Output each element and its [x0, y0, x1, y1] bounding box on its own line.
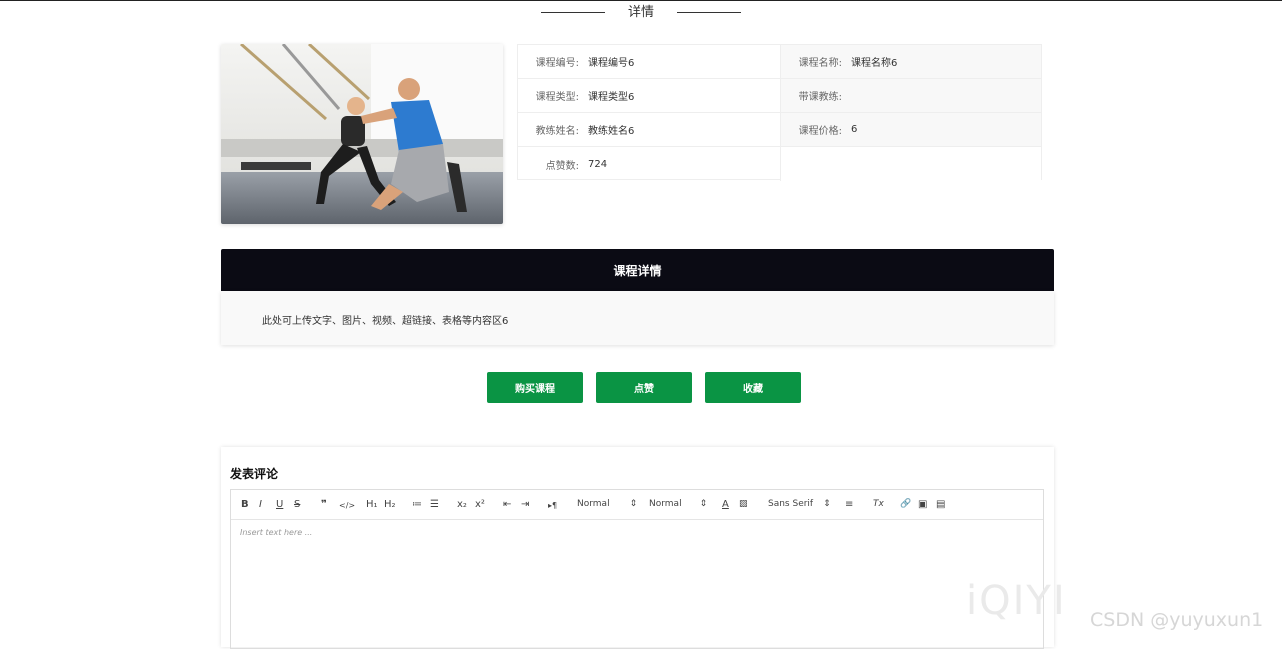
font-select[interactable]: Sans Serif ⇕: [768, 498, 831, 511]
page-title-bar: 详情: [0, 2, 1282, 21]
chevron-updown-icon: ⇕: [699, 499, 708, 509]
coach-name-label: 教练姓名:: [535, 126, 579, 137]
header-select-value: Normal: [649, 499, 682, 509]
likes-label: 点赞数:: [545, 160, 579, 172]
course-id-label: 课程编号:: [535, 58, 579, 69]
buy-course-button[interactable]: 购买课程: [487, 372, 583, 403]
comment-title: 发表评论: [230, 467, 279, 481]
page-title: 详情: [627, 4, 654, 20]
info-cell-course-name: 课程名称: 课程名称6: [780, 45, 1041, 78]
bullet-list-icon[interactable]: ☰: [430, 498, 439, 511]
title-rule-left: [540, 12, 605, 13]
chevron-updown-icon: ⇕: [629, 499, 638, 509]
info-cell-likes: 点赞数: 724: [518, 147, 780, 181]
background-color-icon[interactable]: ▨: [739, 498, 748, 511]
likes-value: 724: [588, 158, 608, 170]
font-select-value: Sans Serif: [768, 499, 814, 509]
comment-section: 发表评论 B I U S ❞ </> H₁ H₂ ≔ ☰ x₂ x² ⇤ ⇥ ▸…: [221, 447, 1054, 649]
course-id-value: 课程编号6: [588, 58, 635, 69]
course-image: [221, 44, 503, 224]
font-color-icon[interactable]: A: [722, 498, 729, 511]
superscript-button[interactable]: x²: [475, 498, 485, 511]
price-label: 课程价格:: [798, 126, 842, 137]
info-cell-course-id: 课程编号: 课程编号6: [518, 45, 780, 78]
link-icon[interactable]: 🔗: [900, 498, 911, 511]
blockquote-icon[interactable]: ❞: [321, 498, 327, 511]
iqiyi-watermark: iQIYI: [966, 578, 1067, 624]
comment-editor: B I U S ❞ </> H₁ H₂ ≔ ☰ x₂ x² ⇤ ⇥ ▸¶ Nor…: [230, 489, 1044, 649]
image-icon[interactable]: ▣: [918, 498, 927, 511]
indent-icon[interactable]: ⇥: [521, 498, 529, 511]
header2-button[interactable]: H₂: [384, 498, 396, 511]
strike-button[interactable]: S: [294, 498, 300, 511]
course-type-value: 课程类型6: [588, 92, 635, 103]
size-select[interactable]: Normal ⇕: [577, 498, 637, 511]
course-name-value: 课程名称6: [851, 58, 898, 69]
subscript-button[interactable]: x₂: [457, 498, 467, 511]
info-row: 课程编号: 课程编号6 课程名称: 课程名称6: [518, 45, 1041, 79]
csdn-watermark: CSDN @yuyuxun1: [1090, 609, 1264, 631]
info-cell-price: 课程价格: 6: [780, 113, 1041, 146]
ordered-list-icon[interactable]: ≔: [412, 498, 422, 511]
course-detail-header: 课程详情: [221, 249, 1054, 291]
price-value: 6: [851, 124, 858, 135]
chevron-updown-icon: ⇕: [823, 499, 831, 509]
course-detail-text: 此处可上传文字、图片、视频、超链接、表格等内容区6: [262, 316, 509, 327]
text-direction-icon[interactable]: ▸¶: [548, 499, 557, 512]
course-type-label: 课程类型:: [535, 92, 579, 103]
underline-button[interactable]: U: [276, 498, 283, 511]
comment-input[interactable]: Insert text here ...: [240, 528, 312, 537]
course-detail-body: 此处可上传文字、图片、视频、超链接、表格等内容区6: [221, 291, 1054, 345]
course-info-table: 课程编号: 课程编号6 课程名称: 课程名称6 课程类型: 课程类型6 带课教练…: [517, 44, 1042, 181]
favorite-button[interactable]: 收藏: [705, 372, 801, 403]
info-row: 课程类型: 课程类型6 带课教练:: [518, 79, 1041, 113]
align-icon[interactable]: ≡: [845, 498, 853, 511]
clear-format-icon[interactable]: Tx: [873, 498, 884, 511]
title-rule-right: [677, 12, 742, 13]
header1-button[interactable]: H₁: [366, 498, 378, 511]
code-block-icon[interactable]: </>: [339, 499, 355, 512]
info-row: 教练姓名: 教练姓名6 课程价格: 6: [518, 113, 1041, 147]
info-cell-course-type: 课程类型: 课程类型6: [518, 79, 780, 112]
italic-button[interactable]: I: [259, 498, 262, 511]
editor-toolbar: B I U S ❞ </> H₁ H₂ ≔ ☰ x₂ x² ⇤ ⇥ ▸¶ Nor…: [231, 490, 1043, 520]
header-select[interactable]: Normal ⇕: [649, 498, 707, 511]
info-cell-empty: [780, 147, 1041, 181]
bold-button[interactable]: B: [241, 498, 249, 511]
video-icon[interactable]: ▤: [936, 498, 945, 511]
info-cell-coach-name: 教练姓名: 教练姓名6: [518, 113, 780, 146]
info-row: 点赞数: 724: [518, 147, 1041, 181]
like-button[interactable]: 点赞: [596, 372, 692, 403]
top-border: [0, 0, 1282, 1]
outdent-icon[interactable]: ⇤: [503, 498, 511, 511]
size-select-value: Normal: [577, 499, 610, 509]
course-name-label: 课程名称:: [798, 58, 842, 69]
instructor-label: 带课教练:: [798, 92, 842, 103]
coach-name-value: 教练姓名6: [588, 126, 635, 137]
info-cell-instructor: 带课教练:: [780, 79, 1041, 112]
